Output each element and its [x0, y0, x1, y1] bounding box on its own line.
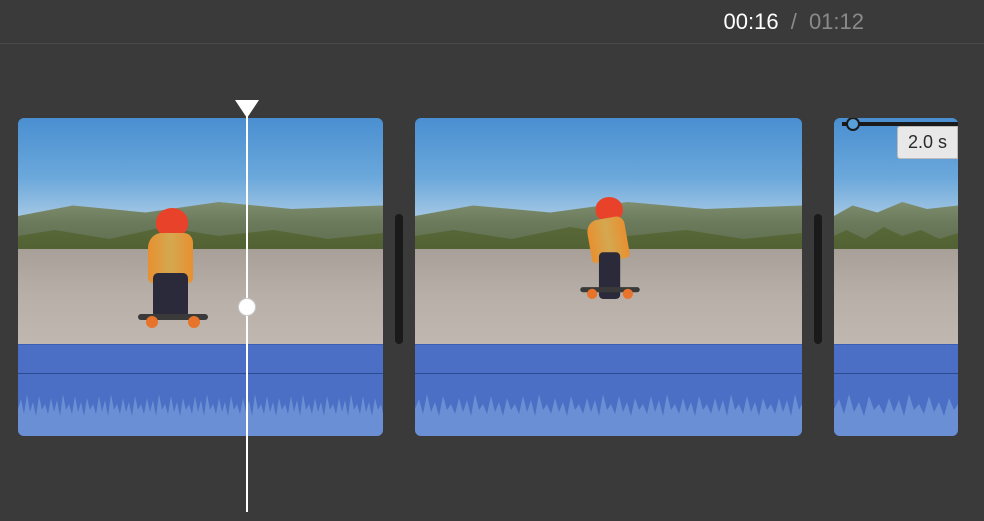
person-icon — [138, 208, 208, 328]
waveform-icon — [415, 374, 802, 436]
time-display: 00:16 / 01:12 — [724, 9, 865, 35]
playhead-marker-icon — [235, 100, 259, 118]
video-clip[interactable] — [18, 118, 383, 436]
video-clip[interactable] — [415, 118, 802, 436]
person-icon — [580, 197, 640, 299]
waveform-icon — [18, 374, 383, 436]
total-time: 01:12 — [809, 9, 864, 34]
timeline[interactable]: 2.0 s — [0, 44, 984, 521]
time-separator: / — [791, 9, 797, 34]
timeline-header: 00:16 / 01:12 — [0, 0, 984, 44]
transition[interactable] — [383, 166, 415, 392]
current-time: 00:16 — [724, 9, 779, 34]
audio-track[interactable] — [18, 344, 383, 436]
clip-thumbnail — [415, 118, 802, 344]
audio-track[interactable] — [834, 344, 958, 436]
transition-handle-icon — [814, 214, 822, 344]
video-clip[interactable]: 2.0 s — [834, 118, 958, 436]
audio-track[interactable] — [415, 344, 802, 436]
clips-row: 2.0 s — [0, 118, 984, 436]
clip-thumbnail: 2.0 s — [834, 118, 958, 344]
clip-thumbnail — [18, 118, 383, 344]
transition-handle-icon — [395, 214, 403, 344]
speed-badge[interactable]: 2.0 s — [897, 126, 958, 159]
transition[interactable] — [802, 166, 834, 392]
waveform-icon — [834, 374, 958, 436]
